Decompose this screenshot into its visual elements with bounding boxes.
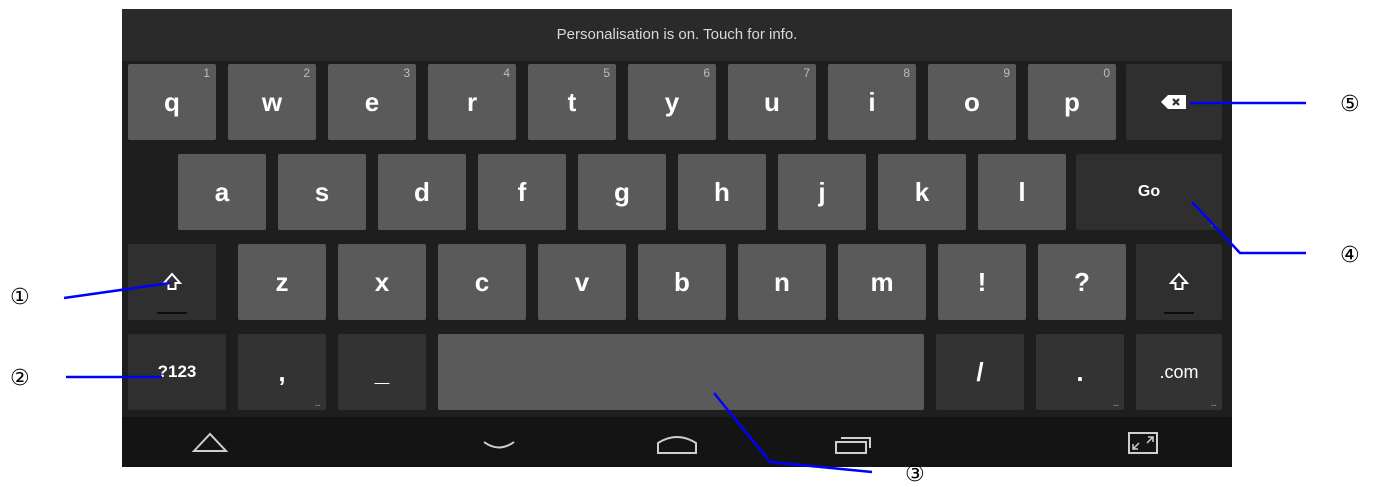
callout-2: ② bbox=[10, 366, 30, 391]
callout-3: ③ bbox=[905, 462, 925, 487]
callout-5: ⑤ bbox=[1340, 92, 1360, 117]
callout-4: ④ bbox=[1340, 243, 1360, 268]
callout-lines bbox=[63, 101, 1306, 474]
callout-1: ① bbox=[10, 285, 30, 310]
